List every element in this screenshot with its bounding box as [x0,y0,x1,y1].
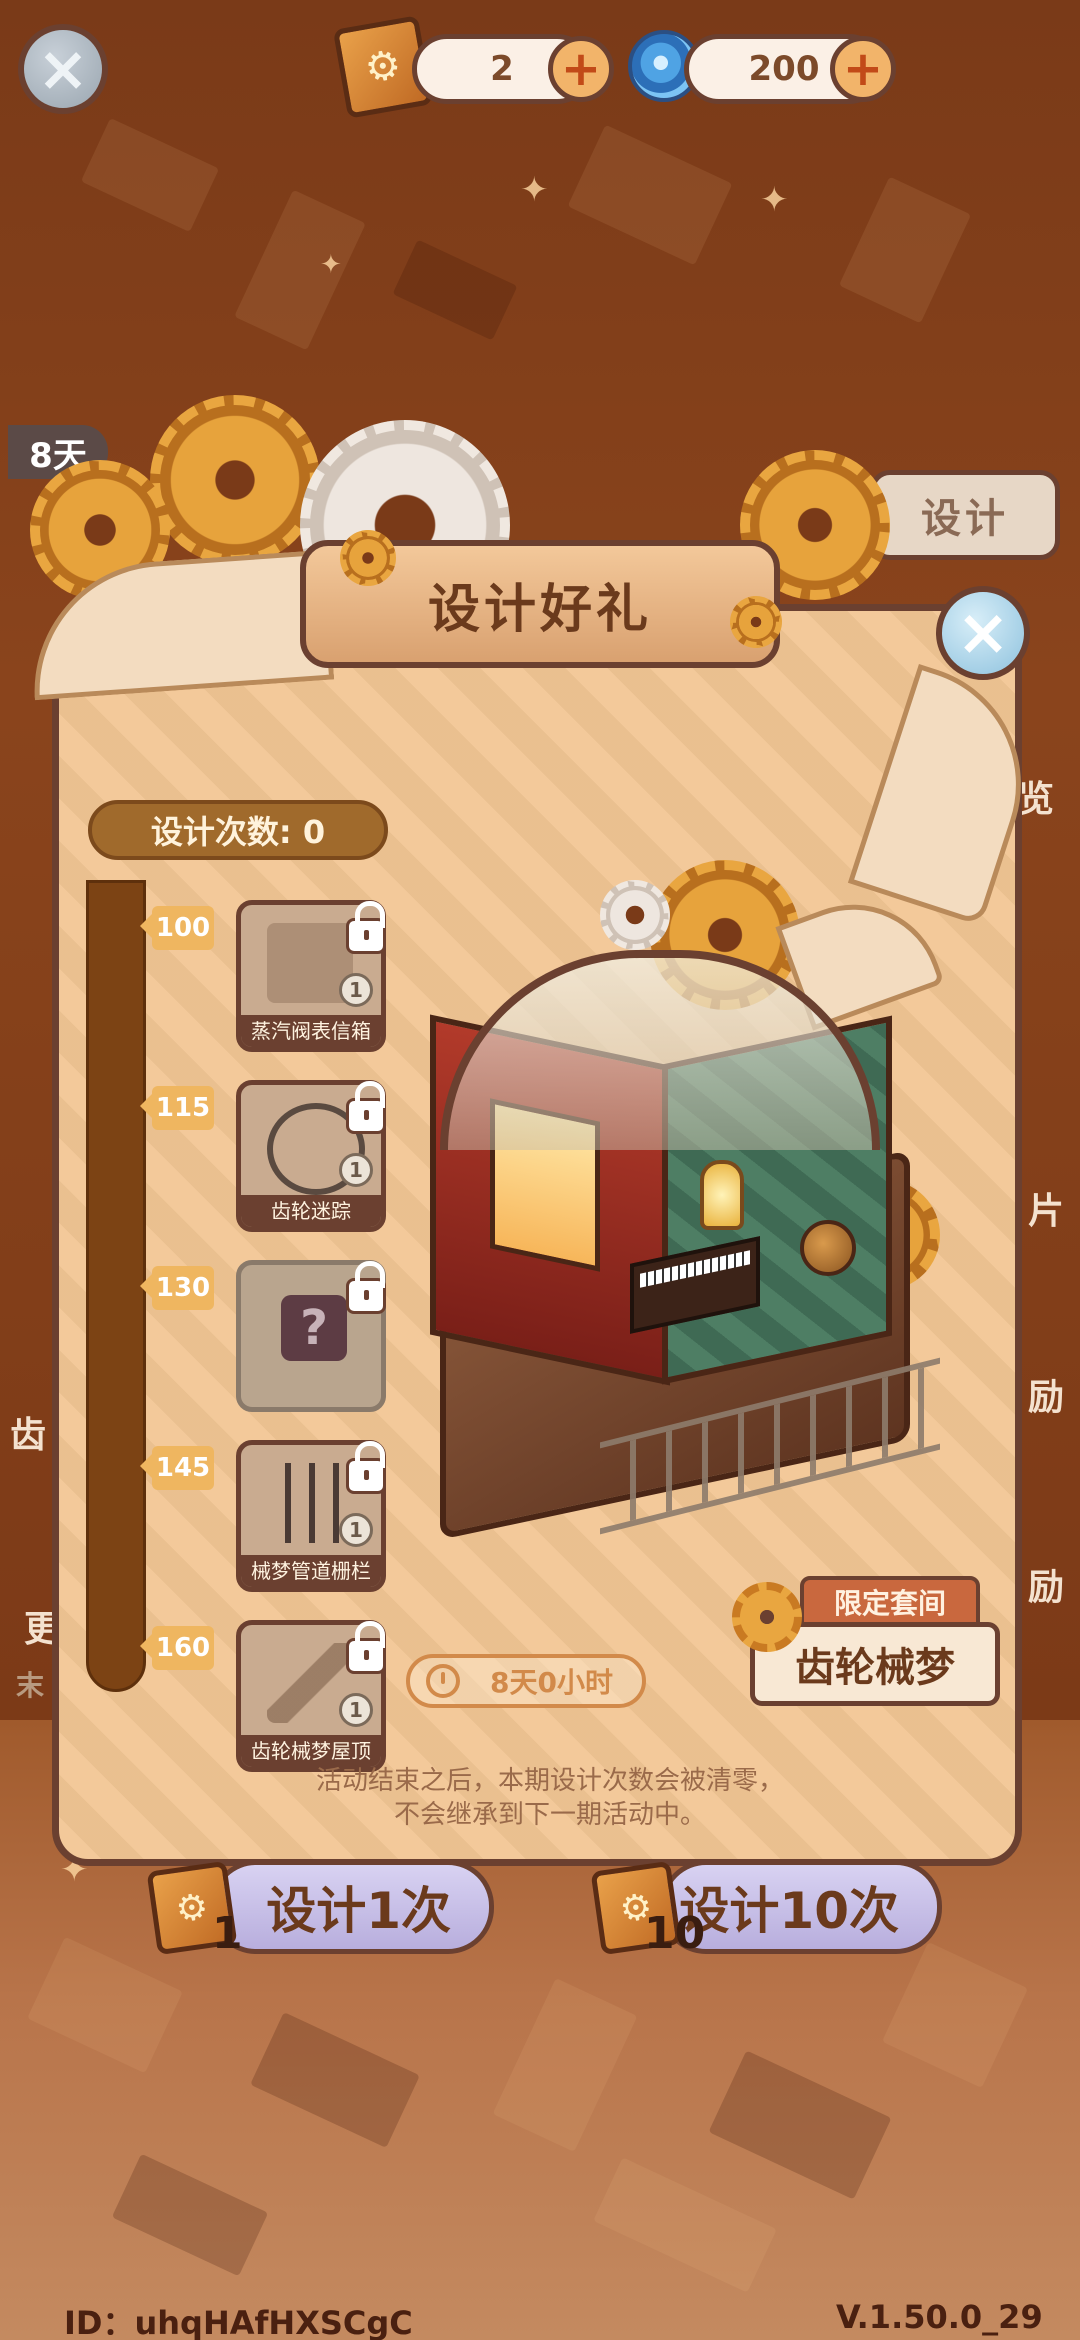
milestone-threshold-text: 100 [155,913,211,943]
timer-text: 8天0小时 [490,1666,613,1699]
reset-notice: 活动结束之后，本期设计次数会被清零， 不会继承到下一期活动中。 [120,1764,980,1832]
reset-notice-line: 活动结束之后，本期设计次数会被清零， [315,1766,784,1796]
background-design-button: 设计 [870,470,1060,560]
background-design-label: 设计 [921,496,1009,542]
reward-quantity: 1 [339,973,373,1007]
reward-name: 齿轮迷踪 [241,1195,381,1227]
milestone-threshold: 115 [140,1086,214,1130]
plus-icon: + [842,41,884,97]
milestone-threshold: 160 [140,1626,214,1670]
reward-name: 械梦管道栅栏 [241,1555,381,1587]
lock-icon [346,1261,386,1314]
design-ten-cost: 10 [644,1908,706,1959]
design-ten-label: 设计10次 [679,1882,899,1940]
milestone-threshold-text: 145 [155,1453,211,1483]
add-gems-button[interactable]: + [830,36,896,102]
event-timer: 8天0小时 [406,1654,646,1708]
reset-notice-line: 不会继承到下一期活动中。 [393,1800,706,1830]
gem-count: 200 [748,49,820,89]
lock-icon [346,1441,386,1494]
reward-name: 蒸汽阀表信箱 [241,1015,381,1047]
player-id: ID：uhqHAfHXSCgC [64,2304,413,2340]
side-menu-label: 末 [16,1669,45,1702]
room-lamp [700,1160,744,1230]
ticket-count: 2 [490,49,514,89]
design-progress-track [86,880,146,1692]
side-menu-label: 览 [1018,779,1055,820]
sparkle-icon: ✦ [760,180,789,220]
room-diver-helmet [800,1220,856,1276]
sparkle-icon: ✦ [520,170,549,210]
milestone-threshold-text: 130 [155,1273,211,1303]
reward-quantity: 1 [339,1693,373,1727]
reward-quantity: 1 [339,1153,373,1187]
sparkle-icon: ✦ [320,250,342,280]
side-menu-label: 片 [1028,1191,1065,1232]
gear-icon [150,395,320,565]
design-once-label: 设计1次 [266,1882,451,1940]
design-once-cost: 1 [212,1908,243,1959]
version-label: V.1.50.0_29 [836,2298,1043,2336]
mystery-box-icon: ? [281,1295,347,1361]
lock-icon [346,901,386,954]
reward-quantity: 1 [339,1513,373,1547]
design-once-button[interactable]: 设计1次 [210,1860,494,1954]
milestone-threshold: 100 [140,906,214,950]
limited-set-tag-text: 限定套间 [833,1587,946,1620]
steampunk-room-illustration [400,860,960,1540]
design-count-pill: 设计次数: 0 [88,800,388,860]
limited-set-board: 限定套间 齿轮械梦 [732,1570,1002,1715]
limited-set-tag: 限定套间 [800,1576,980,1628]
popup-title: 设计好礼 [427,579,652,640]
popup-close-button[interactable]: × [936,586,1030,680]
milestone-threshold: 130 [140,1266,214,1310]
gear-icon [340,530,396,586]
back-close-button[interactable]: × [18,24,108,114]
clock-icon [426,1664,460,1698]
design-count-text: 设计次数: 0 [150,813,326,851]
side-menu-label: 励 [1028,1377,1065,1418]
close-icon: × [37,32,89,105]
limited-set-name-text: 齿轮械梦 [795,1645,955,1691]
add-tickets-button[interactable]: + [548,36,614,102]
gear-icon [600,880,670,950]
milestone-threshold: 145 [140,1446,214,1490]
gear-icon [730,596,782,648]
lock-icon [346,1621,386,1674]
side-menu-label: 励 [1028,1567,1065,1608]
milestone-threshold-text: 115 [155,1093,211,1123]
plus-icon: + [560,41,602,97]
milestone-threshold-text: 160 [155,1633,211,1663]
side-menu-label: 齿 [10,1415,47,1456]
close-icon: × [956,596,1010,670]
gear-icon [732,1582,802,1652]
reward-name: 齿轮械梦屋顶 [241,1735,381,1767]
lock-icon [346,1081,386,1134]
